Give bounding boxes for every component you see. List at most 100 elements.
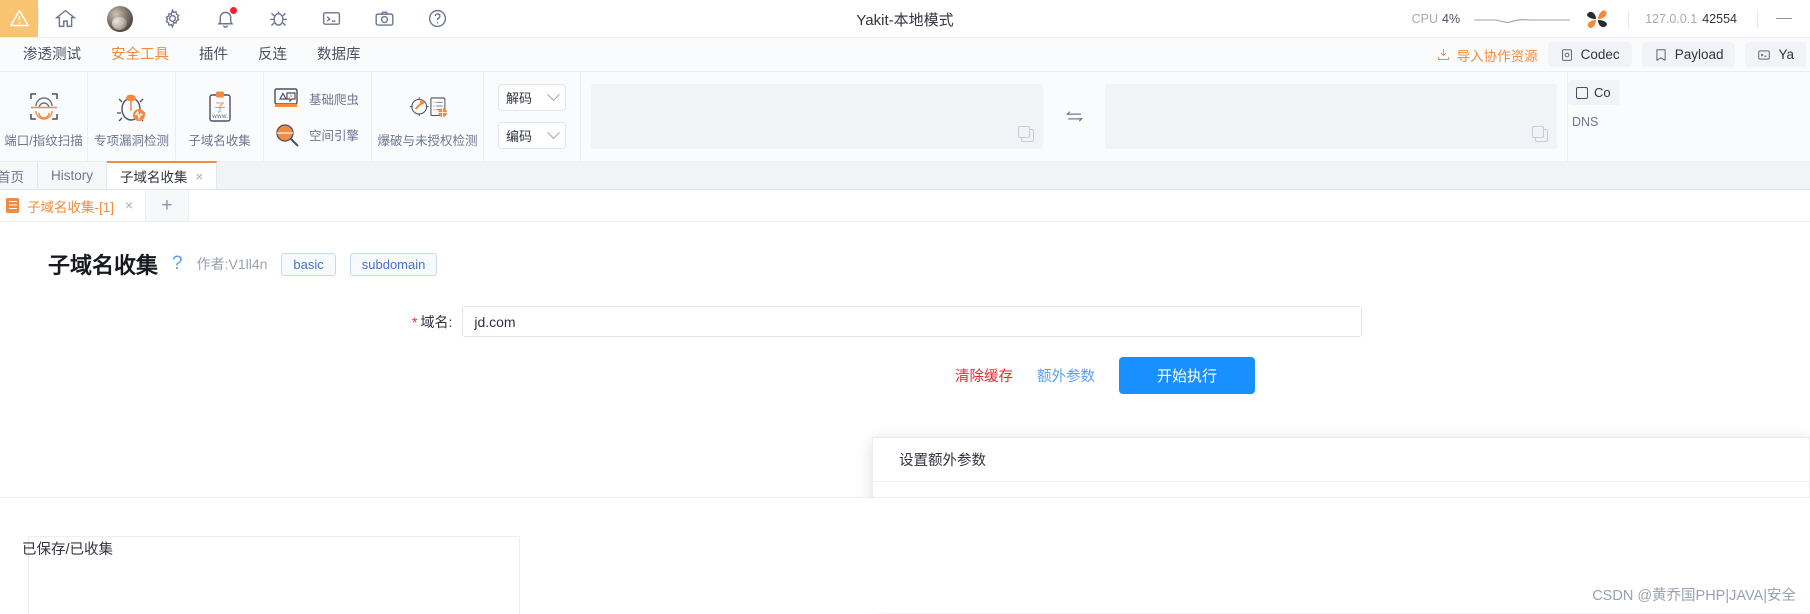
home-icon[interactable] [39, 0, 92, 38]
tab-subdomain-collect[interactable]: 子域名收集 × [107, 161, 218, 189]
camera-icon[interactable] [358, 0, 411, 38]
page-header: 子域名收集 ? 作者:V1ll4n basic subdomain [0, 222, 1810, 280]
gear-icon[interactable] [146, 0, 199, 38]
yakrunner-button[interactable]: Ya [1745, 42, 1806, 67]
action-button-row: 清除缓存 额外参数 开始执行 [0, 357, 1810, 394]
yakrunner-label: Ya [1778, 47, 1794, 62]
tool-port-fingerprint-scan[interactable]: 端口/指纹扫描 [0, 72, 88, 161]
tool-subdomain-collect[interactable]: 子 www. 子域名收集 [176, 72, 264, 161]
titlebar-status-group: CPU 4% 127.0.0.1 42554 [1412, 0, 1810, 37]
tool-basic-crawler[interactable]: ✕ 基础爬虫 [272, 85, 371, 113]
start-execute-button[interactable]: 开始执行 [1118, 357, 1255, 394]
tag-basic: basic [281, 252, 336, 276]
tag-subdomain: subdomain [349, 252, 438, 276]
minimize-button[interactable] [1758, 0, 1810, 38]
help-icon[interactable] [411, 0, 464, 38]
space-engine-icon [276, 123, 299, 147]
tool-space-engine[interactable]: 空间引擎 [272, 121, 371, 149]
warning-triangle-icon[interactable] [0, 0, 38, 37]
tab-history[interactable]: History [38, 162, 108, 189]
required-mark: * [412, 313, 418, 330]
close-icon[interactable]: × [125, 198, 133, 213]
server-port: 42554 [1702, 11, 1737, 26]
yakit-pinwheel-logo [1587, 9, 1607, 28]
menu-item-reverse[interactable]: 反连 [243, 38, 302, 72]
menu-right-group: 导入协作资源 Codec Payload Ya [1436, 42, 1810, 67]
divider [1628, 9, 1630, 28]
cpu-sparkline [1474, 18, 1571, 23]
tools-toolbar: 端口/指纹扫描 专项漏洞检测 子 www. 子域名收集 ✕ 基础爬虫 空间引擎 … [0, 72, 1810, 162]
collaborator-icon [1576, 86, 1588, 99]
avatar[interactable] [93, 0, 146, 38]
codec-select-column: 解码 编码 [484, 72, 581, 161]
tool-vuln-detection[interactable]: 专项漏洞检测 [88, 72, 176, 161]
encode-select[interactable]: 编码 [498, 122, 566, 149]
cpu-label: CPU [1411, 11, 1439, 26]
basic-crawler-icon: ✕ [274, 87, 298, 107]
copy-icon[interactable] [1532, 126, 1548, 142]
tool-label: 空间引擎 [309, 129, 360, 143]
menu-item-security-tools[interactable]: 安全工具 [96, 38, 184, 72]
import-icon [1437, 48, 1449, 60]
copy-icon[interactable] [1018, 126, 1034, 142]
menu-item-pentest[interactable]: 渗透测试 [8, 38, 96, 72]
tab-home[interactable]: 首页 [0, 162, 38, 189]
menu-item-plugins[interactable]: 插件 [184, 38, 243, 72]
menu-item-database[interactable]: 数据库 [302, 38, 376, 72]
help-icon[interactable]: ? [172, 253, 183, 275]
payload-label: Payload [1674, 47, 1724, 62]
encode-label: 编码 [506, 129, 533, 144]
collaborator-button[interactable]: Co [1568, 80, 1619, 105]
domain-input[interactable]: jd.com [462, 306, 1363, 337]
codec-button[interactable]: Codec [1547, 42, 1632, 67]
notification-dot [230, 6, 237, 14]
chevron-down-icon [547, 126, 560, 140]
clear-cache-button[interactable]: 清除缓存 [955, 365, 1013, 386]
domain-form-row: * 域名: jd.com [0, 306, 1810, 337]
subdomain-clipboard-icon: 子 www. [208, 91, 231, 122]
extra-params-button[interactable]: 额外参数 [1037, 365, 1095, 386]
bug-detect-icon [116, 94, 145, 121]
tool-label: 子域名收集 [188, 133, 251, 148]
dns-label: DNS [1572, 115, 1599, 129]
main-tab-bar: 首页 History 子域名收集 × [0, 161, 1810, 190]
tool-label: 端口/指纹扫描 [4, 133, 83, 148]
fingerprint-scan-icon [29, 92, 58, 120]
decode-select[interactable]: 解码 [498, 84, 566, 111]
svg-text:✕: ✕ [288, 93, 293, 100]
subtab-subdomain-collect-1[interactable]: 子域名收集-[1] × [0, 190, 145, 221]
decode-label: 解码 [506, 91, 533, 106]
codec-output-area[interactable] [1105, 84, 1557, 149]
brute-force-icon [409, 96, 447, 117]
right-side-panel: Co DNS [1567, 72, 1623, 161]
bug-icon[interactable] [252, 0, 305, 38]
payload-button[interactable]: Payload [1641, 42, 1736, 67]
swap-arrows-icon [1065, 111, 1083, 122]
domain-label: 域名: [420, 313, 453, 330]
yakrunner-terminal-icon [1758, 49, 1771, 60]
close-icon[interactable]: × [196, 169, 204, 184]
title-bar: Yakit-本地模式 CPU 4% 127.0.0.1 42554 [0, 0, 1810, 38]
add-tab-button[interactable]: + [144, 190, 189, 221]
codec-label: Codec [1580, 47, 1620, 62]
svg-text:www.: www. [211, 113, 227, 120]
server-address: 127.0.0.1 [1645, 11, 1698, 26]
bell-icon[interactable] [199, 0, 252, 38]
terminal-icon[interactable] [305, 0, 358, 38]
tool-brute-force[interactable]: 爆破与未授权检测 [372, 72, 484, 161]
chevron-down-icon [547, 88, 560, 102]
bottom-panel: 已保存/已收集 CSDN @黄乔国PHP|JAVA|安全 [0, 497, 1810, 614]
import-resource-label: 导入协作资源 [1456, 48, 1538, 64]
tab-label: 子域名收集 [120, 170, 188, 185]
subtab-label: 子域名收集-[1] [27, 199, 115, 215]
main-menu-bar: 渗透测试 安全工具 插件 反连 数据库 导入协作资源 Codec Payload… [0, 38, 1810, 72]
payload-book-icon [1656, 48, 1666, 61]
titlebar-icon-group [39, 0, 464, 37]
page-title: 子域名收集 [48, 253, 159, 278]
cpu-value: 4% [1442, 11, 1461, 26]
sub-tab-bar: 子域名收集-[1] × + [0, 190, 1810, 222]
watermark: CSDN @黄乔国PHP|JAVA|安全 [1592, 588, 1796, 604]
codec-input-area[interactable] [591, 84, 1043, 149]
swap-button[interactable] [1053, 72, 1095, 161]
import-resource-button[interactable]: 导入协作资源 [1436, 45, 1538, 65]
